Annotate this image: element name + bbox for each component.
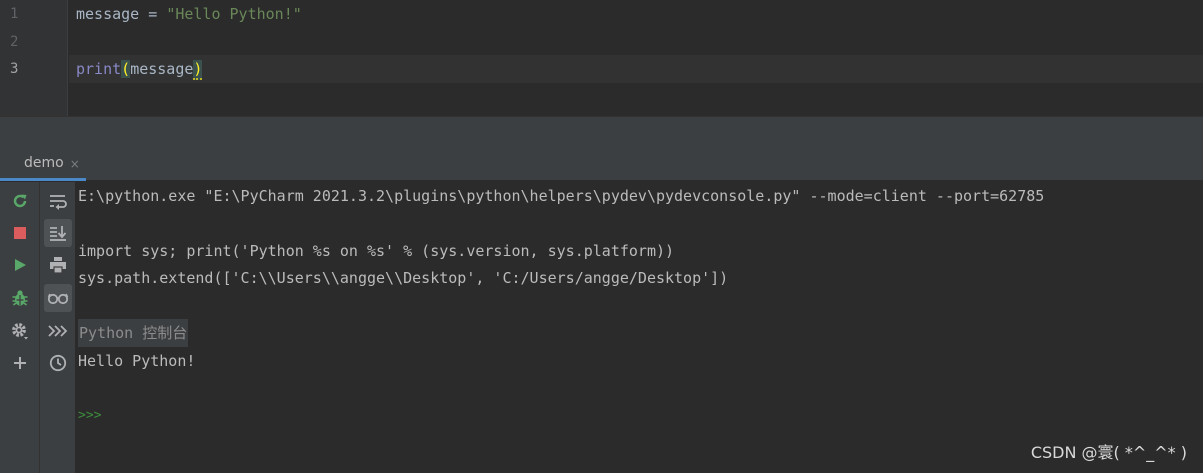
paren-close: ): [193, 60, 203, 80]
watermark: CSDN @寰( *^_^* ): [1030, 443, 1187, 462]
line-number-gutter: 1 2 3: [0, 0, 68, 116]
settings-button[interactable]: [6, 317, 34, 345]
print-icon: [50, 257, 66, 274]
print-button[interactable]: [44, 251, 72, 279]
console-prompt[interactable]: >>>: [78, 402, 101, 430]
builtin-function: print: [76, 60, 122, 78]
line-number-current: 3: [10, 61, 19, 77]
panel-splitter[interactable]: [0, 116, 1203, 148]
console-output-line: Hello Python!: [78, 352, 196, 370]
console-banner: Python 控制台: [78, 319, 189, 347]
soft-wrap-button[interactable]: [44, 187, 72, 215]
stop-button[interactable]: [6, 219, 34, 247]
execute-button[interactable]: [44, 317, 72, 345]
add-icon: [14, 357, 26, 369]
current-line-highlight: [69, 55, 1203, 83]
execute-icon: [48, 325, 68, 337]
settings-icon: [12, 323, 28, 340]
console-actions-toolbar: [0, 182, 40, 473]
history-button[interactable]: [44, 349, 72, 377]
console-line: import sys; print('Python %s on %s' % (s…: [78, 242, 675, 260]
paren-open: (: [121, 60, 131, 78]
tab-demo[interactable]: demo ×: [0, 148, 86, 181]
tab-label: demo: [24, 155, 64, 171]
history-icon: [49, 354, 67, 372]
show-variables-button[interactable]: [44, 284, 72, 312]
python-console-output[interactable]: E:\python.exe "E:\PyCharm 2021.3.2\plugi…: [76, 182, 1203, 473]
string-literal: "Hello Python!": [166, 5, 302, 23]
console-tool-window-header: demo ×: [0, 148, 1203, 181]
identifier: message: [76, 5, 140, 23]
add-button[interactable]: [6, 349, 34, 377]
run-icon: [15, 259, 26, 271]
console-view-toolbar: [40, 182, 76, 473]
scroll-to-end-icon: [50, 226, 67, 241]
rerun-icon: [13, 194, 27, 208]
console-line: E:\python.exe "E:\PyCharm 2021.3.2\plugi…: [78, 187, 1045, 205]
debug-button[interactable]: [6, 284, 34, 312]
identifier: message: [130, 60, 194, 78]
show-variables-icon: [47, 293, 69, 305]
code-line-1[interactable]: message = "Hello Python!": [76, 0, 302, 28]
code-line-3[interactable]: print(message): [76, 55, 203, 83]
stop-icon: [14, 227, 26, 239]
operator: =: [139, 5, 167, 23]
line-number: 1: [10, 6, 19, 22]
close-icon[interactable]: ×: [70, 157, 80, 171]
rerun-button[interactable]: [6, 187, 34, 215]
code-editor[interactable]: 1 2 3 message = "Hello Python!" print(me…: [0, 0, 1203, 116]
line-number: 2: [10, 34, 19, 50]
scroll-to-end-button[interactable]: [44, 219, 72, 247]
console-line: sys.path.extend(['C:\\Users\\angge\\Desk…: [78, 269, 729, 287]
run-button[interactable]: [6, 251, 34, 279]
debug-icon: [12, 290, 28, 306]
soft-wrap-icon: [50, 195, 67, 210]
